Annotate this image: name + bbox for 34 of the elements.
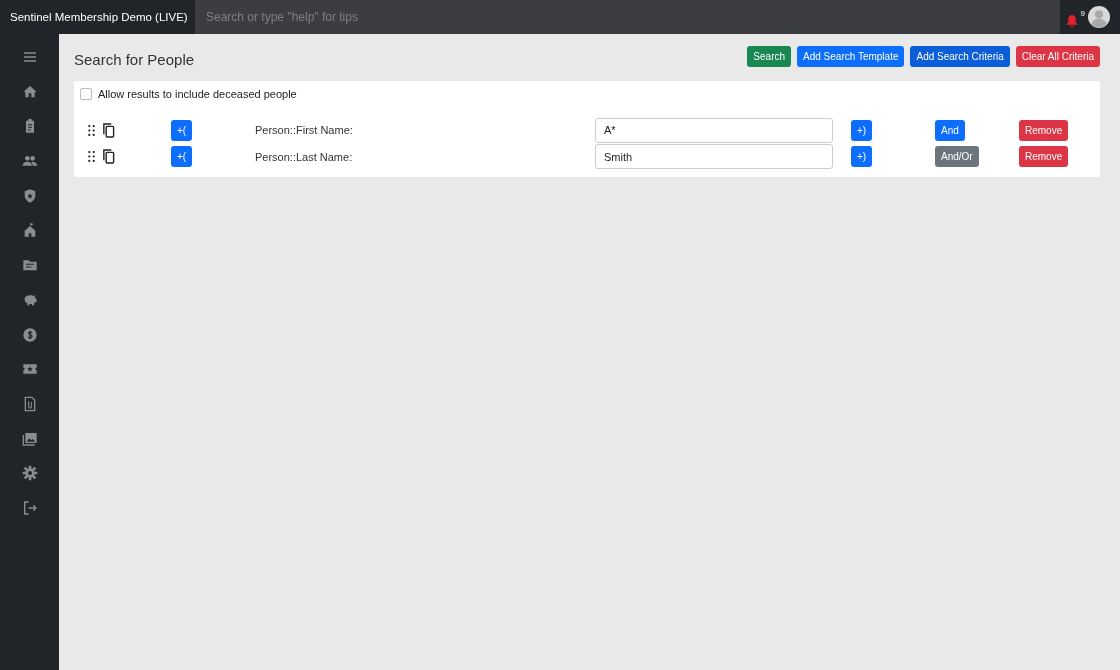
menu-icon[interactable]: [21, 49, 38, 65]
bell-icon[interactable]: [1066, 14, 1078, 28]
page-title: Search for People: [74, 50, 195, 68]
value-field[interactable]: A*: [595, 117, 833, 143]
search-field[interactable]: Search or type "help" for tips: [195, 0, 1060, 34]
value-field[interactable]: Smith: [595, 144, 833, 170]
close-paren-button[interactable]: +): [851, 119, 873, 141]
settings-icon[interactable]: [21, 465, 38, 482]
home-icon[interactable]: [21, 83, 38, 100]
action-button[interactable]: Add Search Template: [797, 46, 905, 67]
image-folder-icon[interactable]: [21, 430, 38, 447]
copy-icon[interactable]: [102, 149, 115, 165]
field-label: Person::First Name:: [255, 124, 353, 137]
close-paren-button[interactable]: +): [851, 146, 873, 168]
action-button[interactable]: Add Search Criteria: [910, 46, 1010, 67]
checkbox-label[interactable]: Allow results to include deceased people: [98, 88, 297, 100]
drag-handle-icon[interactable]: [88, 124, 95, 136]
notification-count: 9: [1080, 9, 1085, 18]
action-button[interactable]: Clear All Criteria: [1015, 46, 1100, 67]
field-label: Person::Last Name:: [255, 150, 353, 163]
connector-button[interactable]: And: [935, 119, 965, 141]
app-title[interactable]: Sentinel Membership Demo (LIVE): [0, 11, 195, 23]
remove-button[interactable]: Remove: [1019, 146, 1069, 168]
remove-button[interactable]: Remove: [1019, 119, 1069, 141]
checkbox[interactable]: [80, 88, 92, 100]
action-button[interactable]: Search: [747, 46, 792, 67]
dollar-icon[interactable]: [21, 326, 38, 343]
copy-icon[interactable]: [102, 122, 115, 138]
avatar-icon[interactable]: [1088, 6, 1110, 28]
open-paren-button[interactable]: +(: [171, 146, 193, 168]
connector-button[interactable]: And/Or: [935, 146, 979, 168]
open-paren-button[interactable]: +(: [171, 119, 193, 141]
drag-handle-icon[interactable]: [88, 151, 95, 163]
logout-icon[interactable]: [21, 499, 38, 516]
